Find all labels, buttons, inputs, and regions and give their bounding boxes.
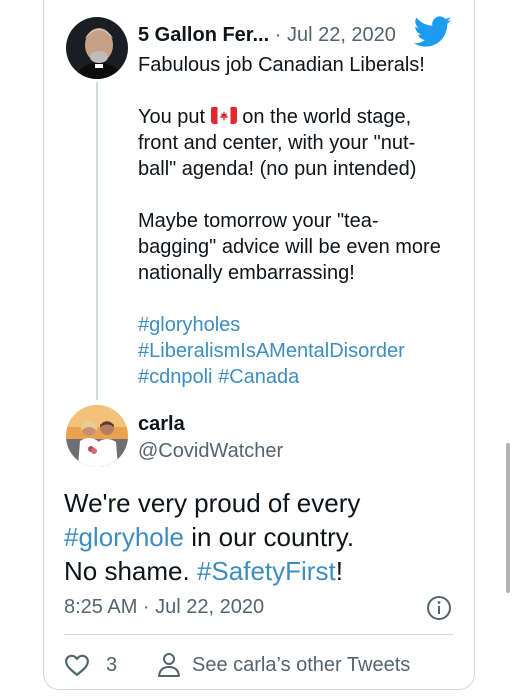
parent-date[interactable]: Jul 22, 2020 (287, 24, 396, 46)
like-count: 3 (106, 654, 118, 676)
parent-separator: · (274, 24, 282, 46)
hashtag-link[interactable]: #SafetyFirst (197, 556, 336, 586)
reply-avatar[interactable] (66, 405, 128, 467)
parent-avatar[interactable] (66, 17, 128, 79)
parent-author-name[interactable]: 5 Gallon Fer... (138, 24, 269, 46)
hashtag-link[interactable]: #gloryhole (64, 522, 184, 552)
hashtag-link[interactable]: #cdnpoli (138, 366, 213, 388)
info-icon[interactable] (426, 595, 452, 621)
person-icon[interactable] (157, 652, 181, 678)
reply-tweet-text: We're very proud of every #gloryhole in … (64, 486, 464, 588)
canada-flag-icon (210, 106, 237, 124)
hashtag-link[interactable]: #LiberalismIsAMentalDisorder (138, 340, 405, 362)
reply-text-line2: in our country. (191, 522, 355, 552)
reply-author-name[interactable]: carla (138, 411, 185, 437)
parent-para2: You put on the world stage, front and ce… (138, 104, 448, 182)
hashtag-link[interactable]: #gloryholes (138, 314, 240, 336)
tweet-timestamp[interactable]: 8:25 AM · Jul 22, 2020 (64, 594, 264, 620)
parent-line1: Fabulous job Canadian Liberals! (138, 54, 425, 76)
scrollbar[interactable] (506, 443, 510, 593)
divider (64, 634, 453, 635)
reply-text-line3: No shame. (64, 556, 190, 586)
parent-tweet-header: 5 Gallon Fer... · Jul 22, 2020 (138, 22, 458, 48)
parent-tweet-text: Fabulous job Canadian Liberals! You put … (138, 52, 448, 390)
parent-para3: Maybe tomorrow your "tea-bagging" advice… (138, 210, 441, 284)
parent-para2-start: You put (138, 106, 206, 128)
reply-text-line3-end: ! (335, 556, 343, 586)
twitter-bird-icon (414, 16, 452, 47)
reply-author-handle[interactable]: @CovidWatcher (138, 438, 283, 464)
thread-connector-line (96, 82, 98, 400)
hashtag-link[interactable]: #Canada (218, 366, 299, 388)
heart-icon (65, 654, 89, 676)
reply-text-line1: We're very proud of every (64, 488, 361, 518)
see-other-tweets-link[interactable]: See carla’s other Tweets (192, 652, 410, 678)
